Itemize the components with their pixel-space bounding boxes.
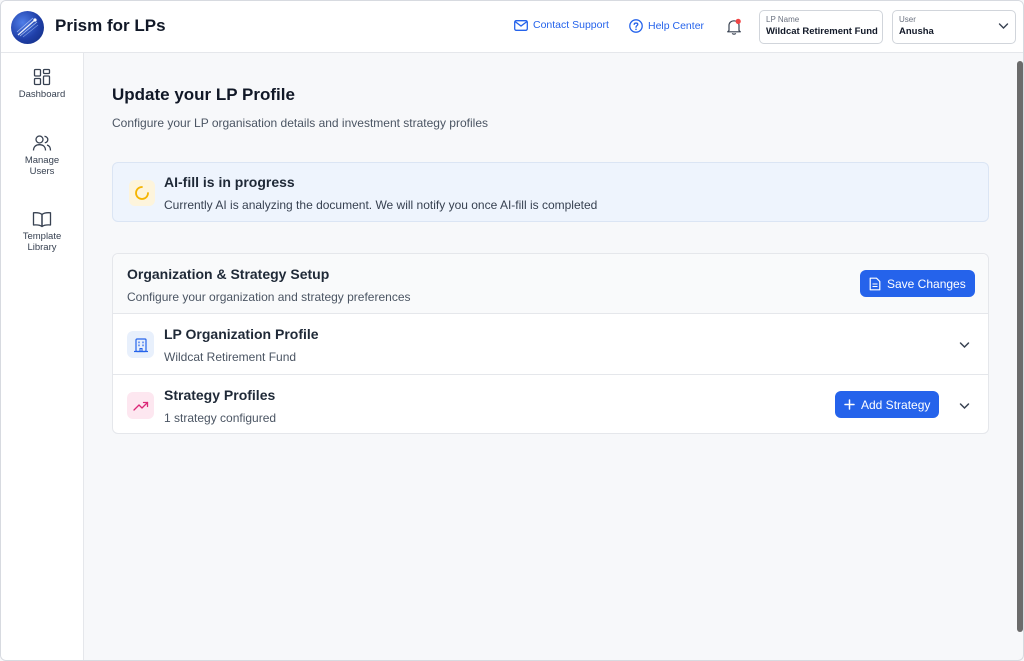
lp-name-value: Wildcat Retirement Fund [766,26,878,37]
sidebar-item-template-library[interactable]: Template Library [1,211,83,253]
sidebar-item-label: Manage Users [24,155,60,177]
notifications-button[interactable] [726,18,742,36]
notification-dot [735,18,741,24]
chevron-down-icon [959,342,969,349]
banner-title: AI-fill is in progress [164,174,295,190]
add-strategy-label: Add Strategy [861,397,931,412]
dashboard-grid-icon [33,68,51,86]
save-changes-button[interactable]: Save Changes [860,270,975,297]
trending-up-icon [127,392,154,419]
mail-icon [514,19,528,31]
help-center-label: Help Center [648,20,705,32]
document-icon [869,277,881,290]
lp-organization-profile-row[interactable]: LP Organization Profile Wildcat Retireme… [113,314,988,374]
book-icon [32,212,52,228]
chevron-down-icon [998,23,1009,29]
sidebar-item-label: Dashboard [18,89,66,100]
sidebar-item-dashboard[interactable]: Dashboard [1,68,83,100]
row-subtitle: Wildcat Retirement Fund [164,350,297,364]
help-circle-icon [629,19,643,33]
row-subtitle: 1 strategy configured [164,411,277,425]
app-title: Prism for LPs [55,16,166,35]
prism-logo[interactable] [11,11,44,44]
lp-name-select[interactable]: LP Name Wildcat Retirement Fund [759,10,883,44]
contact-support-link[interactable]: Contact Support [514,19,609,31]
contact-support-label: Contact Support [533,19,609,31]
card-subtitle: Configure your organization and strategy… [127,290,411,304]
ai-fill-banner: AI-fill is in progress Currently AI is a… [112,162,989,222]
users-icon [32,135,52,151]
banner-text: Currently AI is analyzing the document. … [164,198,598,212]
row-title: LP Organization Profile [164,326,319,342]
expand-chevron-button[interactable] [955,336,973,354]
card-title: Organization & Strategy Setup [127,266,330,282]
row-title: Strategy Profiles [164,387,276,403]
expand-chevron-button[interactable] [955,397,973,415]
lp-name-label: LP Name [766,15,800,24]
bell-icon [727,18,741,35]
save-changes-label: Save Changes [887,276,966,291]
scrollbar[interactable] [1017,61,1023,632]
strategy-profiles-row[interactable]: Strategy Profiles 1 strategy configured … [113,374,988,434]
sidebar-item-label: Template Library [22,231,62,253]
add-strategy-button[interactable]: Add Strategy [835,391,940,418]
sidebar-item-manage-users[interactable]: Manage Users [1,134,83,177]
chevron-down-icon [959,403,969,410]
building-icon [127,331,154,358]
plus-icon [844,399,855,410]
user-value: Anusha [899,26,934,37]
spinner-icon [129,180,155,206]
user-label: User [899,15,916,24]
help-center-link[interactable]: Help Center [629,19,704,33]
sidebar: Dashboard Manage Users Template Library [1,53,84,660]
app-window: Prism for LPs Contact Support Help Cente… [0,0,1024,661]
org-strategy-card: Organization & Strategy Setup Configure … [112,253,989,434]
page-subtitle: Configure your LP organisation details a… [112,116,488,130]
card-header: Organization & Strategy Setup Configure … [113,254,988,314]
user-select[interactable]: User Anusha [892,10,1016,44]
top-header: Prism for LPs Contact Support Help Cente… [1,1,1023,53]
page-title: Update your LP Profile [112,85,295,104]
